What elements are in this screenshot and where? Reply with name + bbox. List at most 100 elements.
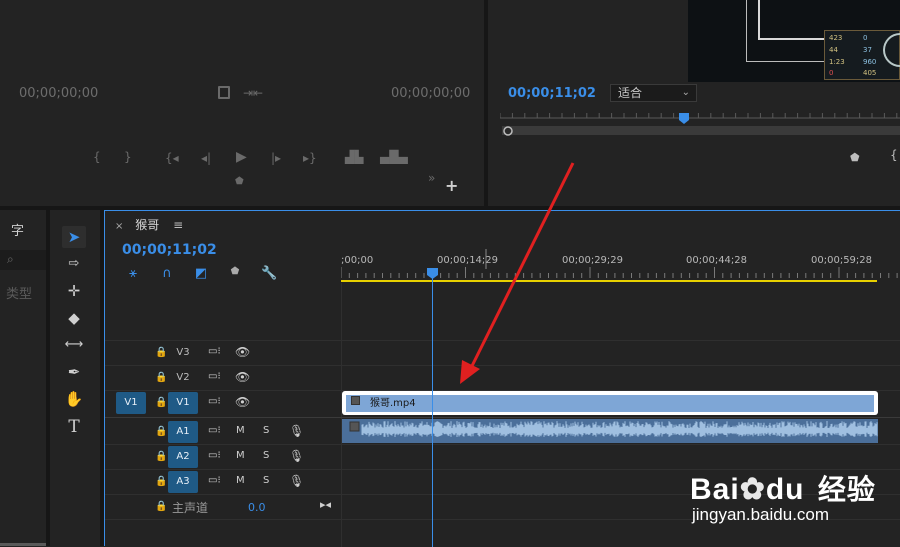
hud-value: 1:23 <box>829 58 845 66</box>
mute-button[interactable]: M <box>236 450 245 461</box>
marker-icon[interactable]: ⬟ <box>227 266 243 277</box>
game-hud: 423 0 44 37 1:23 960 0 405 <box>824 30 900 80</box>
go-to-in-icon[interactable]: {◂ <box>165 151 179 165</box>
source-timecode-duration: 00;00;00;00 <box>391 86 471 101</box>
timeline-timecode[interactable]: 00;00;11;02 <box>122 242 217 258</box>
track-header-v3: 🔒 V3 ▭⁝ 👁 <box>105 341 341 365</box>
panel-tab[interactable]: 字 <box>11 220 24 239</box>
master-volume-value[interactable]: 0.0 <box>248 501 266 514</box>
mark-in-icon[interactable]: { <box>93 150 101 164</box>
marker-icon[interactable]: ⬟ <box>235 176 244 187</box>
sync-lock-icon[interactable]: ▭⁝ <box>208 346 221 357</box>
track-label-a2[interactable]: A2 <box>168 446 198 468</box>
watermark-brand: Bai <box>690 473 740 506</box>
go-to-out-icon[interactable]: ▸} <box>303 151 317 165</box>
step-back-icon[interactable]: ◂| <box>201 151 211 165</box>
sync-lock-icon[interactable]: ▭⁝ <box>208 425 221 436</box>
playhead-handle[interactable] <box>427 268 439 280</box>
step-forward-icon[interactable]: |▸ <box>271 151 281 165</box>
clip-icon[interactable] <box>218 86 230 99</box>
time-ruler[interactable]: ;00;00 00;00;14;29 00;00;29;29 00;00;44;… <box>341 249 900 283</box>
eye-icon[interactable]: 👁 <box>235 345 250 359</box>
track-label-a1[interactable]: A1 <box>168 421 198 443</box>
overflow-icon[interactable]: » <box>428 171 435 185</box>
track-divider <box>105 417 900 418</box>
snap-icon[interactable]: ∩ <box>159 266 175 281</box>
solo-button[interactable]: S <box>263 475 269 486</box>
sync-lock-icon[interactable]: ▭⁝ <box>208 475 221 486</box>
eye-icon[interactable]: 👁 <box>235 395 250 409</box>
wrench-icon[interactable]: 🔧 <box>261 266 277 281</box>
mute-button[interactable]: M <box>236 425 245 436</box>
razor-tool-icon[interactable]: ◆ <box>62 307 86 329</box>
source-timecode-current[interactable]: 00;00;00;00 <box>19 86 98 101</box>
sequence-tab[interactable]: × 猴哥 ≡ <box>115 216 183 233</box>
add-button-icon[interactable]: + <box>445 176 458 195</box>
play-icon[interactable]: ▶ <box>236 149 247 165</box>
type-tool-icon[interactable]: T <box>62 416 86 438</box>
search-input[interactable]: ⌕ <box>0 250 46 270</box>
track-label-v2[interactable]: V2 <box>168 367 198 389</box>
lock-icon[interactable]: 🔒 <box>155 426 167 437</box>
hand-tool-icon[interactable]: ✋ <box>62 388 86 410</box>
watermark-logo: Bai✿du 经验 <box>690 468 876 508</box>
mark-out-icon[interactable]: } <box>124 150 132 164</box>
playhead-line[interactable] <box>432 269 433 547</box>
solo-button[interactable]: S <box>263 425 269 436</box>
menu-icon[interactable]: ≡ <box>173 218 183 232</box>
ruler-ticks <box>341 249 898 282</box>
slip-tool-icon[interactable]: ⟷ <box>62 334 86 356</box>
pen-tool-icon[interactable]: ✒ <box>62 361 86 383</box>
nest-icon[interactable]: ⚹ <box>125 266 141 281</box>
hud-value: 960 <box>863 58 877 66</box>
eye-icon[interactable]: 👁 <box>235 370 250 384</box>
lock-icon[interactable]: 🔒 <box>155 372 167 383</box>
lock-icon[interactable]: 🔒 <box>155 476 167 487</box>
fit-dropdown[interactable]: 适合 ⌄ <box>610 84 697 102</box>
type-label: 类型 <box>6 287 33 302</box>
microphone-icon[interactable]: 🎙 <box>289 424 304 438</box>
lock-icon[interactable]: 🔒 <box>155 451 167 462</box>
marker-icon[interactable]: ⬟ <box>850 151 860 164</box>
track-select-tool-icon[interactable]: ⇨ <box>62 253 86 275</box>
overwrite-icon[interactable]: ▄█▄ <box>380 150 408 164</box>
hud-value: 37 <box>863 46 872 54</box>
fit-dropdown-value: 适合 <box>618 86 643 100</box>
program-timecode[interactable]: 00;00;11;02 <box>508 86 596 101</box>
track-label-a3[interactable]: A3 <box>168 471 198 493</box>
solo-button[interactable]: S <box>263 450 269 461</box>
audio-waveform <box>349 421 878 437</box>
lock-icon[interactable]: 🔒 <box>155 347 167 358</box>
video-clip[interactable]: 猴哥.mp4 <box>342 391 878 415</box>
close-icon[interactable]: × <box>115 221 123 232</box>
microphone-icon[interactable]: 🎙 <box>289 474 304 488</box>
microphone-icon[interactable]: 🎙 <box>289 449 304 463</box>
ripple-icon[interactable]: ⇥⇤ <box>243 86 263 100</box>
lock-icon[interactable]: 🔒 <box>155 501 167 512</box>
go-to-edit-icon[interactable]: ▸◂ <box>320 498 331 511</box>
linked-selection-icon[interactable]: ◩ <box>193 266 209 281</box>
chevron-down-icon: ⌄ <box>681 87 690 98</box>
master-label: 主声道 <box>172 501 209 515</box>
mute-button[interactable]: M <box>236 475 245 486</box>
ripple-edit-tool-icon[interactable]: ✛ <box>62 280 86 302</box>
insert-icon[interactable]: ▟▙ <box>345 150 363 164</box>
program-scrubber[interactable] <box>500 110 900 140</box>
sync-lock-icon[interactable]: ▭⁝ <box>208 371 221 382</box>
lock-icon[interactable]: 🔒 <box>155 397 167 408</box>
selection-tool-icon[interactable]: ➤ <box>62 226 86 248</box>
effects-panel: 字 ⌕ 类型 <box>0 210 46 546</box>
hud-value: 0 <box>863 34 868 42</box>
hud-value: 405 <box>863 69 877 77</box>
track-divider <box>341 283 342 547</box>
hud-value: 423 <box>829 34 843 42</box>
sync-lock-icon[interactable]: ▭⁝ <box>208 396 221 407</box>
sync-lock-icon[interactable]: ▭⁝ <box>208 450 221 461</box>
track-label-v3[interactable]: V3 <box>168 342 198 364</box>
audio-clip[interactable] <box>342 419 878 443</box>
track-label-v1[interactable]: V1 <box>168 392 198 414</box>
source-patch-v1[interactable]: V1 <box>116 392 146 414</box>
mark-in-icon[interactable]: { <box>890 148 898 162</box>
track-header-a2: 🔒 A2 ▭⁝ M S 🎙 <box>105 445 341 469</box>
track-divider <box>105 340 900 341</box>
